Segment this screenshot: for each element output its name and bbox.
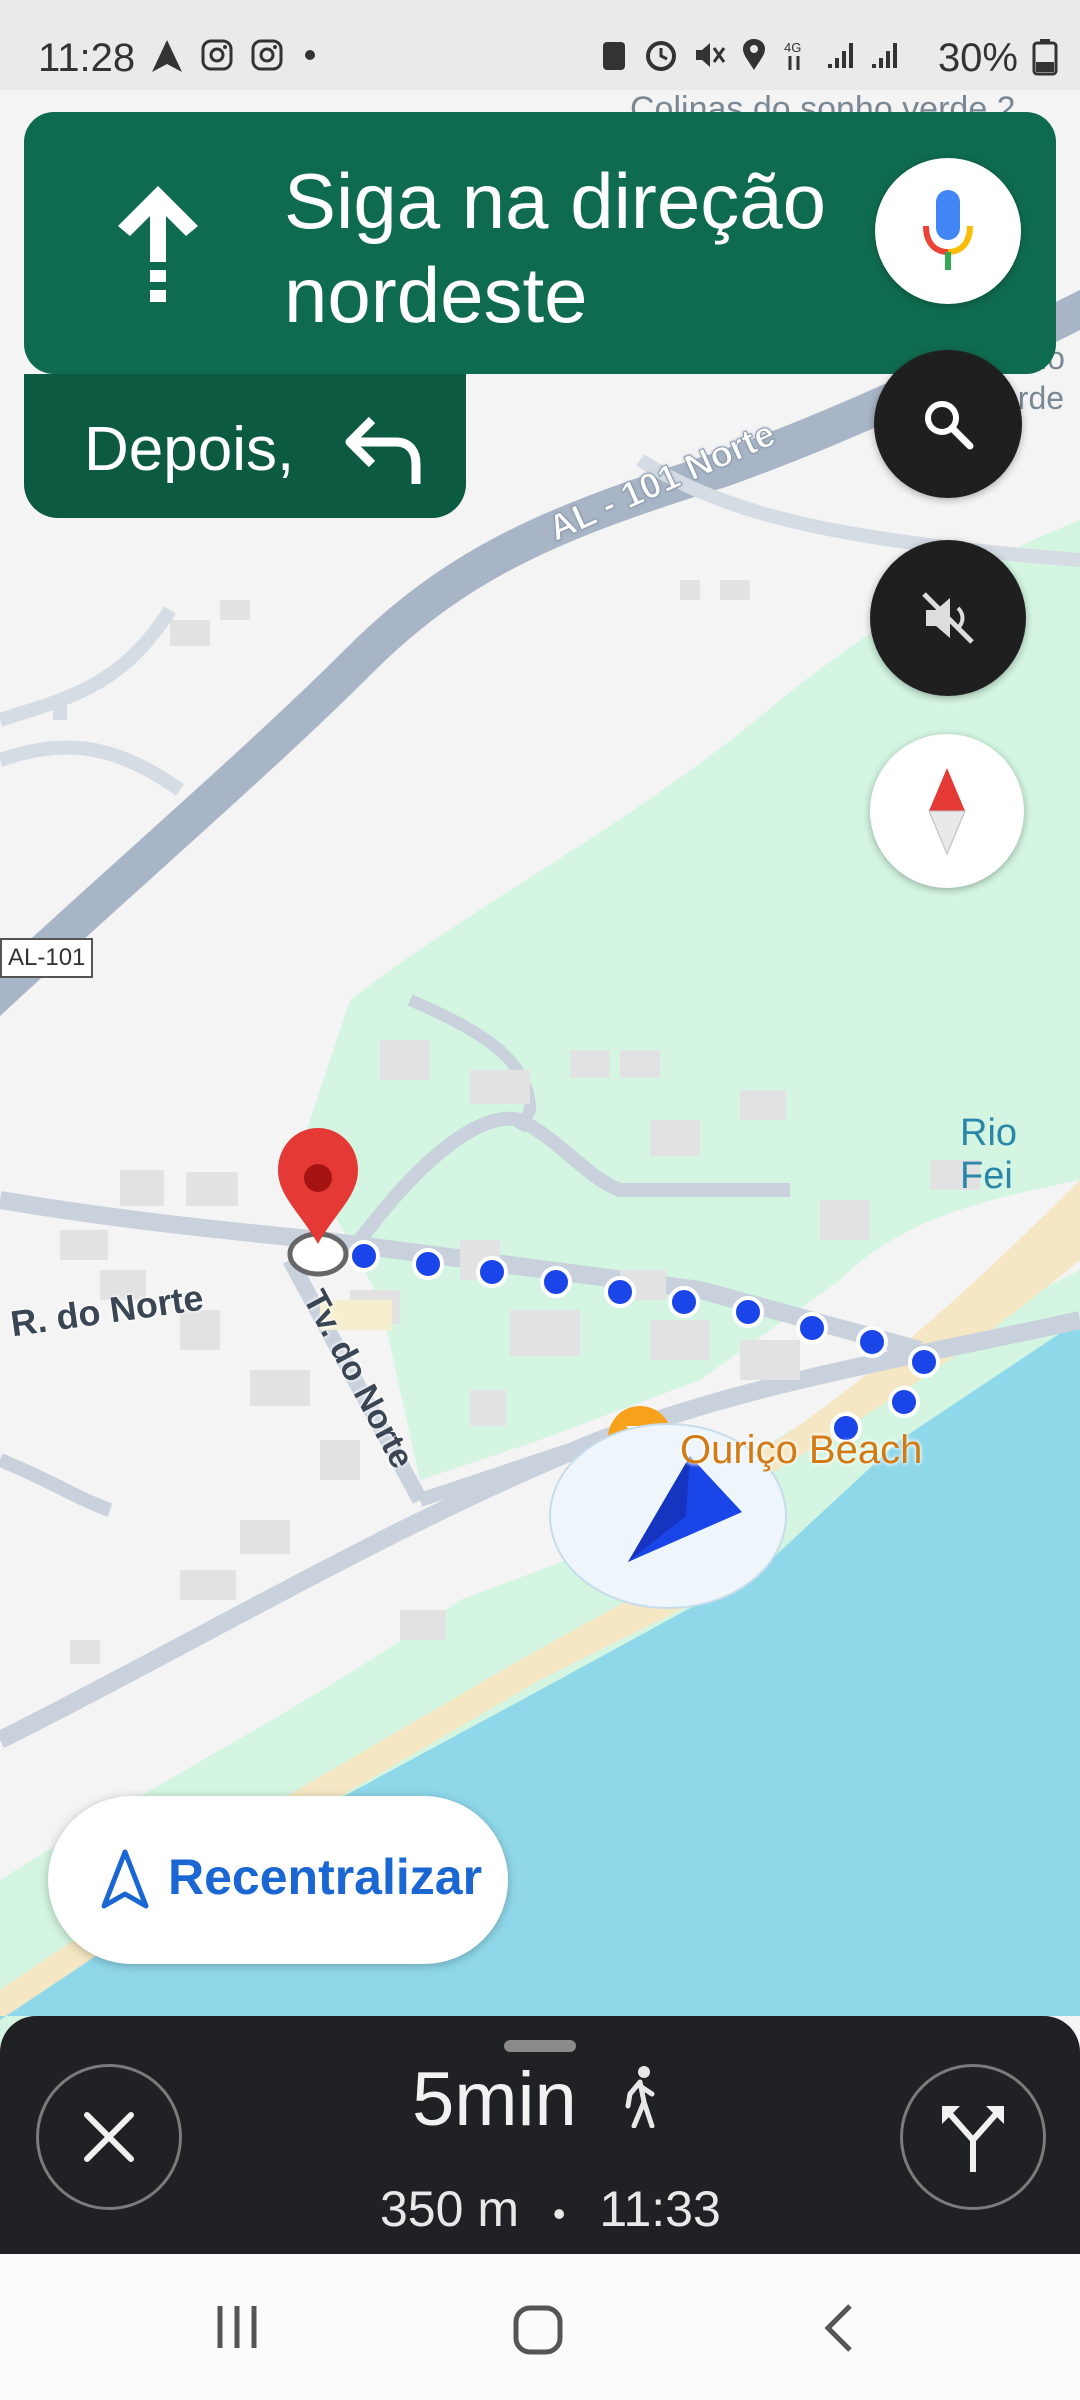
walk-icon	[625, 2066, 655, 2128]
close-icon	[84, 2112, 134, 2162]
signal-4g-icon: 4G	[784, 40, 801, 70]
clock-icon	[646, 41, 676, 71]
back-icon[interactable]	[820, 2302, 860, 2354]
straight-arrow-icon	[118, 186, 198, 302]
arrival-time: 11:33	[599, 2181, 721, 2237]
alternate-routes-button[interactable]	[900, 2064, 1046, 2210]
notification-dot-icon	[305, 50, 315, 60]
eta-duration: 5min	[412, 2057, 577, 2142]
search-button[interactable]	[874, 350, 1022, 498]
instagram-icon	[251, 39, 283, 71]
navigation-instruction-text: Siga na direção nordeste	[284, 157, 827, 339]
exit-navigation-button[interactable]	[36, 2064, 182, 2210]
voice-search-button[interactable]	[875, 158, 1021, 304]
trip-details: 350 m • 11:33	[380, 2180, 721, 2238]
next-maneuver-card: Depois,	[24, 374, 466, 518]
instagram-icon	[201, 39, 233, 71]
turn-left-icon	[345, 416, 421, 484]
recents-icon[interactable]	[212, 2302, 262, 2352]
mute-icon	[696, 43, 726, 67]
alt-routes-icon	[942, 2106, 1004, 2172]
signal-icon	[828, 43, 853, 68]
poi-label[interactable]: Ouriço Beach	[680, 1428, 922, 1473]
drag-handle[interactable]	[504, 2040, 576, 2052]
mute-icon	[922, 592, 974, 644]
recenter-icon	[101, 1849, 149, 1909]
signal-icon	[872, 43, 897, 68]
search-icon	[925, 401, 974, 450]
compass-icon	[928, 768, 966, 856]
river-label: Rio Fei	[960, 1112, 1018, 1197]
status-bar: 11:28 4G 30%	[0, 0, 1080, 90]
recenter-button[interactable]: Recentralizar	[48, 1796, 508, 1964]
compass-button[interactable]	[870, 734, 1024, 888]
trip-summary-panel[interactable]: 5min 350 m • 11:33	[0, 2016, 1080, 2254]
svg-text:4G: 4G	[784, 40, 801, 55]
highway-shield: AL-101	[0, 938, 94, 978]
mute-button[interactable]	[870, 540, 1026, 696]
alarm-icon	[603, 42, 625, 70]
separator: •	[552, 2193, 566, 2234]
trip-distance: 350 m	[380, 2181, 519, 2237]
recenter-label: Recentralizar	[168, 1849, 483, 1905]
destination-pin-icon	[278, 1128, 358, 1277]
battery-percentage: 30%	[937, 36, 1018, 80]
location-icon	[743, 39, 765, 70]
battery-icon	[1032, 39, 1058, 76]
navigation-arrow-icon	[152, 40, 182, 72]
next-maneuver-label: Depois,	[84, 415, 295, 484]
system-navigation-bar	[0, 2254, 1080, 2400]
home-icon[interactable]	[510, 2302, 566, 2358]
status-time: 11:28	[38, 36, 136, 80]
mic-icon	[923, 190, 973, 270]
